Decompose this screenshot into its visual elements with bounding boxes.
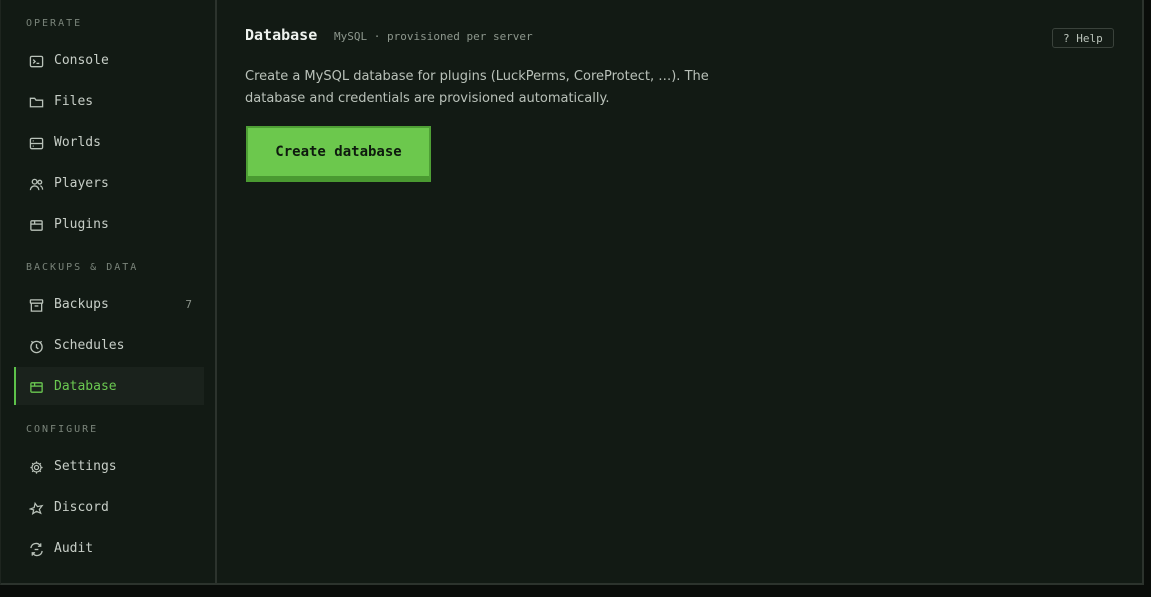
package-icon (28, 217, 44, 233)
database-icon (28, 379, 44, 395)
folder-icon (28, 94, 44, 110)
sidebar-item-label: Backups (54, 296, 109, 312)
create-database-button[interactable]: Create database (246, 126, 431, 182)
sidebar-item-label: Plugins (54, 216, 109, 232)
sidebar-group-backups-data: BACKUPS & DATA (26, 262, 139, 273)
sidebar-item-label: Discord (54, 499, 109, 515)
sidebar-item-settings[interactable]: Settings (14, 447, 204, 485)
sidebar-group-configure: CONFIGURE (26, 424, 99, 435)
sidebar-group-operate: OPERATE (26, 18, 83, 29)
gear-icon (28, 459, 44, 475)
sidebar-item-label: Files (54, 93, 94, 109)
sidebar-item-label: Audit (54, 540, 94, 556)
sidebar-item-worlds[interactable]: Worlds (14, 123, 204, 161)
sidebar-item-label: Schedules (54, 337, 125, 353)
sidebar-item-label: Worlds (54, 134, 101, 150)
users-icon (28, 176, 44, 192)
archive-icon (28, 297, 44, 313)
app-window: OPERATE Console Files Worlds Players Plu… (0, 0, 1144, 585)
terminal-icon (28, 53, 44, 69)
sidebar-item-schedules[interactable]: Schedules (14, 326, 204, 364)
sidebar-item-label: Console (54, 52, 109, 68)
sidebar-item-label: Settings (54, 458, 117, 474)
sidebar-item-files[interactable]: Files (14, 82, 204, 120)
page-title: Database (245, 26, 318, 44)
sidebar-item-label: Database (54, 378, 117, 394)
sidebar-item-console[interactable]: Console (14, 41, 204, 79)
sidebar-item-audit[interactable]: Audit (14, 529, 204, 567)
help-button[interactable]: ? Help (1052, 28, 1114, 48)
audit-icon (28, 541, 44, 557)
sidebar-item-plugins[interactable]: Plugins (14, 205, 204, 243)
discord-icon (28, 500, 44, 516)
sidebar: OPERATE Console Files Worlds Players Plu… (1, 0, 217, 583)
sidebar-item-backups[interactable]: Backups 7 (14, 285, 204, 323)
page-subtitle: MySQL · provisioned per server (334, 30, 533, 43)
server-icon (28, 135, 44, 151)
sidebar-item-database[interactable]: Database (14, 367, 204, 405)
clock-icon (28, 338, 44, 354)
page-description: Create a MySQL database for plugins (Luc… (245, 69, 709, 106)
sidebar-item-discord[interactable]: Discord (14, 488, 204, 526)
sidebar-item-players[interactable]: Players (14, 164, 204, 202)
backups-count-badge: 7 (185, 297, 192, 311)
sidebar-item-label: Players (54, 175, 109, 191)
main-content: Database MySQL · provisioned per server … (217, 0, 1142, 583)
